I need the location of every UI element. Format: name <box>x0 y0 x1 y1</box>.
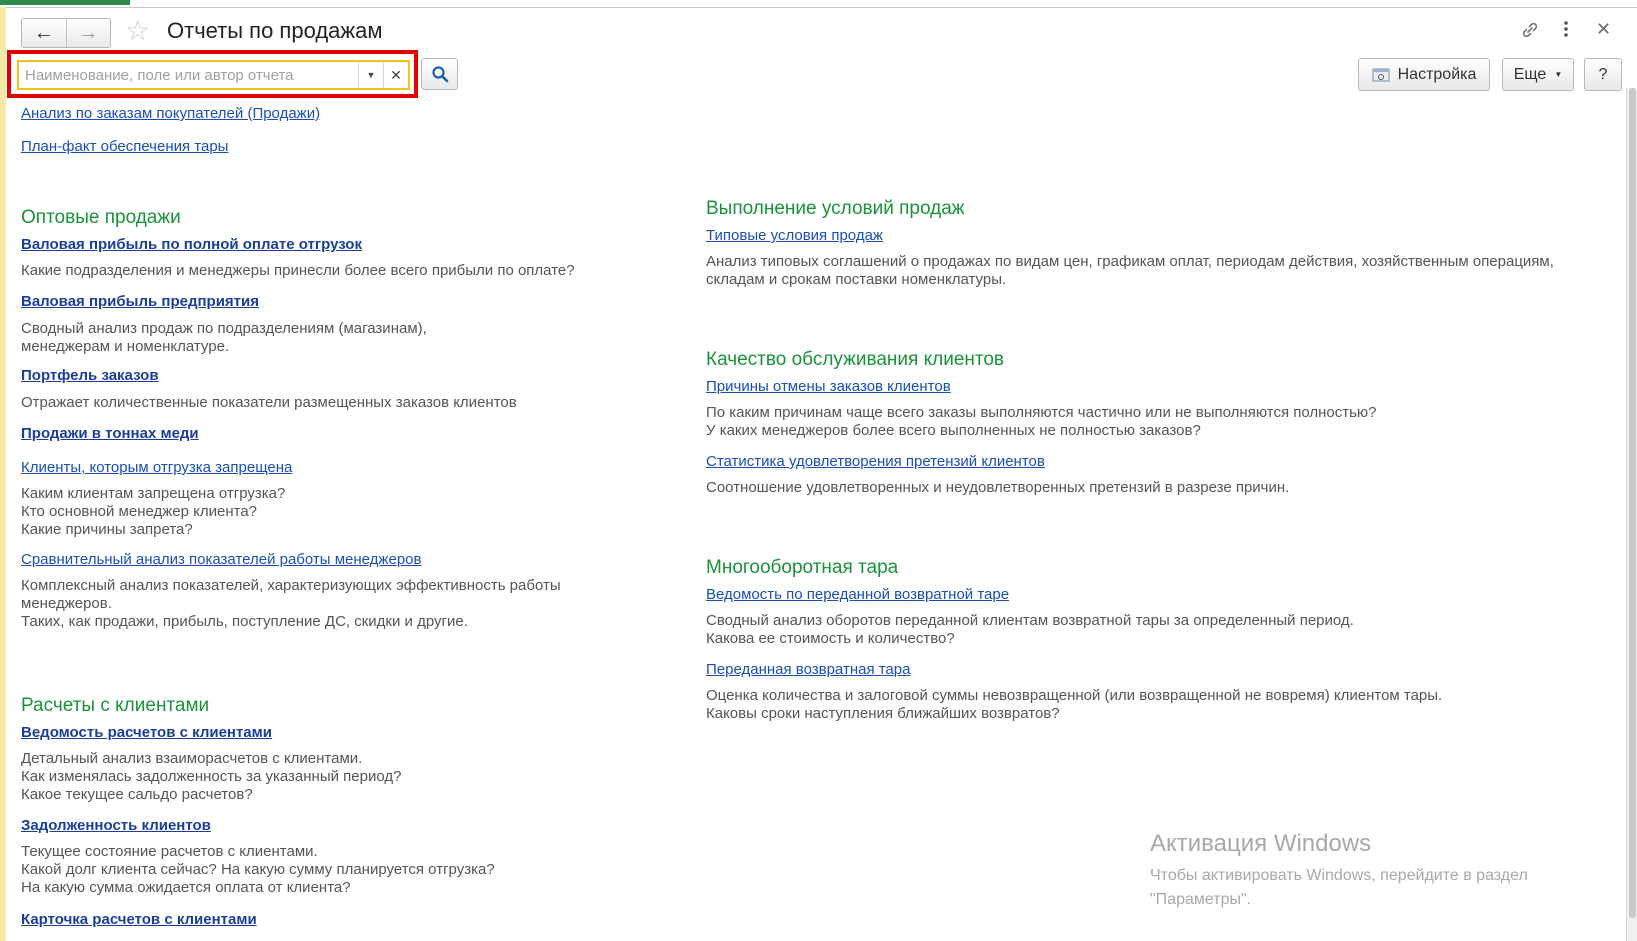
report-desc: Отражает количественные показатели разме… <box>21 394 517 412</box>
desc-line: Сводный анализ продаж по подразделениям … <box>21 320 427 337</box>
desc-line: Таких, как продажи, прибыль, поступление… <box>21 613 468 630</box>
settings-button[interactable]: Настройка <box>1358 58 1490 91</box>
report-link-tare-plan-fact[interactable]: План-факт обеспечения тары <box>21 138 228 155</box>
link-icon[interactable] <box>1520 20 1540 45</box>
favorite-star-icon[interactable]: ☆ <box>125 16 155 46</box>
report-desc: Текущее состояние расчетов с клиентами. … <box>21 843 495 897</box>
report-desc: Сводный анализ продаж по подразделениям … <box>21 320 427 356</box>
desc-line: Какой долг клиента сейчас? На какую сумм… <box>21 861 495 878</box>
arrow-right-icon: → <box>78 21 99 44</box>
settings-icon <box>1372 68 1390 81</box>
kebab-svg <box>1564 21 1568 37</box>
window-top-strip <box>0 0 1637 8</box>
help-label: ? <box>1598 65 1608 83</box>
desc-line: Комплексный анализ показателей, характер… <box>21 577 561 594</box>
section-title-service-quality: Качество обслуживания клиентов <box>706 349 1005 370</box>
desc-line: складам и срокам поставки номенклатуры. <box>706 271 1007 288</box>
settings-label: Настройка <box>1397 65 1477 83</box>
report-desc: Каким клиентам запрещена отгрузка? Кто о… <box>21 485 285 539</box>
desc-line: менеджерам и номенклатуре. <box>21 338 230 355</box>
report-desc: Оценка количества и залоговой суммы нево… <box>706 687 1442 723</box>
report-link-order-cancel-reasons[interactable]: Причины отмены заказов клиентов <box>706 378 951 395</box>
report-link-client-debt[interactable]: Задолженность клиентов <box>21 817 211 834</box>
desc-line: Кто основной менеджер клиента? <box>21 503 258 520</box>
desc-line: Оценка количества и залоговой суммы нево… <box>706 687 1443 704</box>
desc-line: Какова ее стоимость и количество? <box>706 630 955 647</box>
section-title-settlements: Расчеты с клиентами <box>21 695 210 716</box>
report-desc: Комплексный анализ показателей, характер… <box>21 577 561 631</box>
section-title-sales-conditions: Выполнение условий продаж <box>706 198 965 219</box>
kebab-menu-icon[interactable] <box>1563 20 1569 43</box>
watermark-line: Чтобы активировать Windows, перейдите в … <box>1150 867 1528 884</box>
desc-line: Детальный анализ взаиморасчетов с клиент… <box>21 750 363 767</box>
windows-activation-text: Чтобы активировать Windows, перейдите в … <box>1150 864 1528 912</box>
close-icon[interactable]: ✕ <box>1596 19 1611 40</box>
report-desc: Сводный анализ оборотов переданной клиен… <box>706 612 1354 648</box>
help-button[interactable]: ? <box>1584 58 1622 91</box>
section-title-wholesale: Оптовые продажи <box>21 207 181 228</box>
nav-buttons: ← → <box>21 18 111 48</box>
search-field[interactable]: ▼ ✕ <box>17 60 410 90</box>
link-svg <box>1522 22 1538 38</box>
clear-icon: ✕ <box>390 66 402 83</box>
desc-line: Анализ типовых соглашений о продажах по … <box>706 253 1554 270</box>
report-link-gross-profit-enterprise[interactable]: Валовая прибыль предприятия <box>21 293 259 310</box>
search-input[interactable] <box>19 63 358 87</box>
report-link-manager-comparison[interactable]: Сравнительный анализ показателей работы … <box>21 551 421 568</box>
search-button[interactable] <box>421 58 458 90</box>
windows-activation-title: Активация Windows <box>1150 830 1372 857</box>
desc-line: Каким клиентам запрещена отгрузка? <box>21 485 286 502</box>
watermark-line: "Параметры". <box>1150 891 1252 908</box>
report-link-claims-statistics[interactable]: Статистика удовлетворения претензий клие… <box>706 453 1045 470</box>
report-link-standard-conditions[interactable]: Типовые условия продаж <box>706 227 883 244</box>
forward-button[interactable]: → <box>65 19 111 47</box>
desc-line: Какое текущее сальдо расчетов? <box>21 786 253 803</box>
report-desc: Анализ типовых соглашений о продажах по … <box>706 253 1554 289</box>
report-link-orders-analysis[interactable]: Анализ по заказам покупателей (Продажи) <box>21 105 320 122</box>
report-link-order-portfolio[interactable]: Портфель заказов <box>21 367 159 384</box>
report-desc: Детальный анализ взаиморасчетов с клиент… <box>21 750 401 804</box>
search-dropdown-button[interactable]: ▼ <box>358 62 383 88</box>
desc-line: Какие причины запрета? <box>21 521 193 538</box>
section-title-returnable-tare: Многооборотная тара <box>706 557 899 578</box>
desc-line: Как изменялась задолженность за указанны… <box>21 768 402 785</box>
desc-line: Соотношение удовлетворенных и неудовлетв… <box>706 479 1290 496</box>
scrollbar-thumb[interactable] <box>1629 88 1636 918</box>
desc-line: Какие подразделения и менеджеры принесли… <box>21 262 575 279</box>
chevron-down-icon: ▼ <box>1554 70 1563 79</box>
desc-line: На какую сумма ожидается оплата от клиен… <box>21 879 351 896</box>
report-link-blocked-clients[interactable]: Клиенты, которым отгрузка запрещена <box>21 459 292 476</box>
report-link-settlements-statement[interactable]: Ведомость расчетов с клиентами <box>21 724 272 741</box>
desc-line: Сводный анализ оборотов переданной клиен… <box>706 612 1354 629</box>
back-button[interactable]: ← <box>22 19 66 47</box>
arrow-left-icon: ← <box>33 21 54 44</box>
desc-line: Отражает количественные показатели разме… <box>21 394 517 411</box>
more-button[interactable]: Еще ▼ <box>1502 58 1574 91</box>
report-link-sales-copper-tons[interactable]: Продажи в тоннах меди <box>21 425 199 442</box>
more-label: Еще <box>1513 65 1547 83</box>
search-clear-button[interactable]: ✕ <box>383 62 408 88</box>
page-title: Отчеты по продажам <box>167 18 383 43</box>
desc-line: Текущее состояние расчетов с клиентами. <box>21 843 318 860</box>
report-desc: Соотношение удовлетворенных и неудовлетв… <box>706 479 1289 497</box>
report-link-gross-profit-payment[interactable]: Валовая прибыль по полной оплате отгрузо… <box>21 236 362 253</box>
desc-line: Каковы сроки наступления ближайших возвр… <box>706 705 1060 722</box>
vertical-scrollbar[interactable] <box>1626 88 1637 941</box>
report-link-transferred-tare[interactable]: Переданная возвратная тара <box>706 661 910 678</box>
chevron-down-icon: ▼ <box>366 70 376 80</box>
report-link-tare-statement[interactable]: Ведомость по переданной возвратной таре <box>706 586 1009 603</box>
desc-line: По каким причинам чаще всего заказы выпо… <box>706 404 1377 421</box>
active-tab-indicator <box>0 0 130 5</box>
search-icon <box>431 66 448 83</box>
report-desc: Какие подразделения и менеджеры принесли… <box>21 262 575 280</box>
desc-line: У каких менеджеров более всего выполненн… <box>706 422 1201 439</box>
desc-line: менеджеров. <box>21 595 112 612</box>
report-desc: По каким причинам чаще всего заказы выпо… <box>706 404 1377 440</box>
report-link-settlements-card[interactable]: Карточка расчетов с клиентами <box>21 911 257 928</box>
left-panel-edge <box>0 7 6 941</box>
